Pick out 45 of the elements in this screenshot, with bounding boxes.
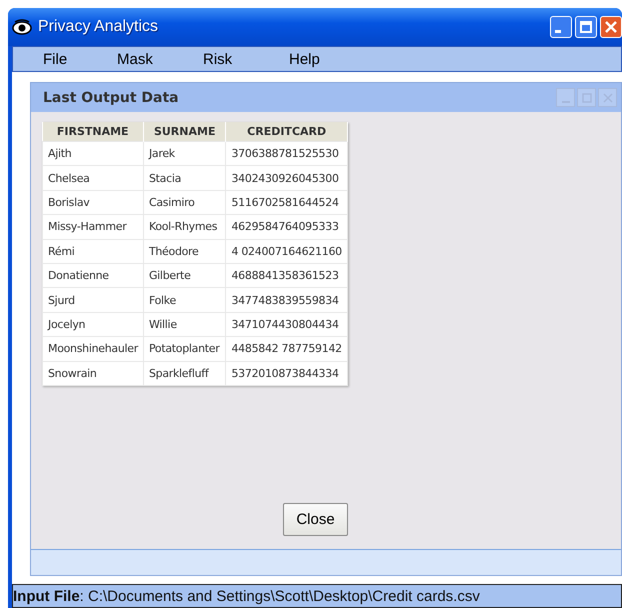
window-title: Privacy Analytics [38, 18, 160, 36]
column-header: FIRSTNAME [42, 122, 144, 142]
table-cell: Ajith [42, 142, 144, 166]
table-cell: Théodore [143, 239, 226, 264]
table-cell: 3471074430804434 [226, 312, 348, 337]
frame-title: Last Output Data [43, 90, 180, 106]
table-cell: Moonshinehauler [42, 336, 144, 362]
table-cell: 3706388781525530 [226, 142, 348, 166]
table-cell: Snowrain [42, 361, 144, 386]
table-cell: Rémi [42, 239, 144, 264]
table-cell: Sparklefluff [143, 361, 226, 386]
table-cell: Casimiro [143, 190, 226, 215]
table-cell: Sjurd [42, 288, 144, 312]
eye-icon [12, 19, 32, 35]
close-icon [605, 21, 617, 33]
close-button[interactable]: Close [283, 503, 348, 536]
table-cell: Folke [143, 288, 226, 312]
menu-item[interactable]: Mask [117, 50, 203, 68]
table-cell: Donatienne [42, 263, 144, 288]
table-cell: 4688841358361523 [226, 263, 348, 288]
table-cell: Potatoplanter [143, 336, 226, 362]
table-cell: Kool-Rhymes [143, 214, 226, 240]
table-cell: Missy-Hammer [42, 214, 144, 240]
column-header: SURNAME [143, 122, 226, 142]
table-cell: Chelsea [42, 166, 144, 190]
menu-item[interactable]: File [43, 50, 117, 68]
table-cell: 4629584764095333 [226, 214, 348, 240]
table-cell: Willie [143, 312, 226, 337]
table-cell: Jarek [143, 142, 226, 166]
table-cell: Gilberte [143, 263, 226, 288]
table-cell: 4485842 787759142 [226, 336, 348, 362]
table-cell: 5116702581644524 [226, 190, 348, 215]
maximize-icon [580, 21, 592, 33]
table-cell: 3477483839559834 [226, 288, 348, 312]
table-cell: Jocelyn [42, 312, 144, 337]
menu-item[interactable]: Risk [203, 50, 289, 68]
table-cell: 3402430926045300 [226, 166, 348, 190]
table-cell: Borislav [42, 190, 144, 215]
table-cell: 5372010873844334 [226, 361, 348, 386]
column-header: CREDITCARD [226, 122, 348, 142]
table-cell: 4 024007164621160 [226, 239, 348, 264]
table-cell: Stacia [143, 166, 226, 190]
menu-item[interactable]: Help [289, 50, 375, 68]
minimize-icon [555, 30, 561, 32]
status-text: Input File: C:\Documents and Settings\Scott\Desktop\Credit cards.csv [13, 588, 480, 604]
